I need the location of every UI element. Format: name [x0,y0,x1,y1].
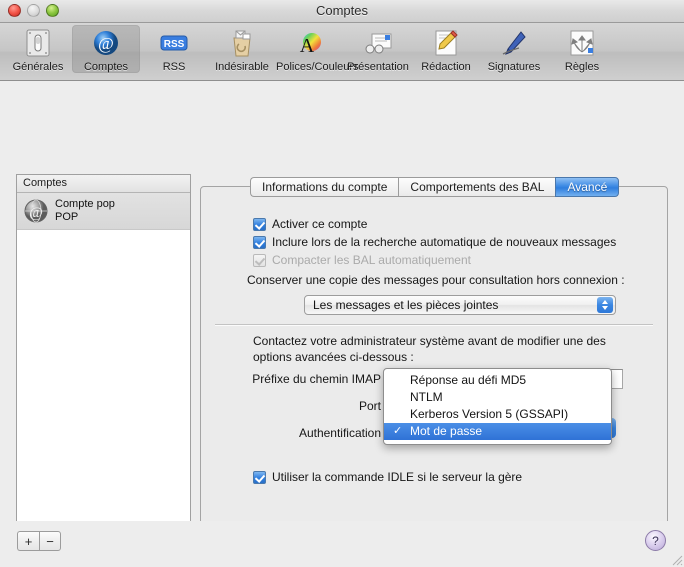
toolbar-label: Générales [4,61,72,73]
menu-item-label: Réponse au défi MD5 [410,373,526,387]
checkbox-compact-mailboxes [253,254,266,267]
menu-item-label: Mot de passe [410,424,482,438]
menu-item-ntlm[interactable]: NTLM [384,389,611,406]
toolbar-label: Comptes [72,61,140,73]
authentication-menu: Réponse au défi MD5 NTLM Kerberos Versio… [383,368,612,445]
signature-pen-icon [480,27,548,59]
tab-informations-du-compte[interactable]: Informations du compte [250,177,398,197]
checkbox-label: Compacter les BAL automatiquement [272,253,471,267]
toolbar-item-generales[interactable]: Générales [4,25,72,73]
viewing-glasses-icon [344,27,412,59]
admin-notice-line2: options avancées ci-dessous : [253,350,414,364]
checkbox-row-compact-mailboxes: Compacter les BAL automatiquement [253,253,471,267]
svg-text:@: @ [98,34,114,53]
checkbox-idle-command[interactable] [253,471,266,484]
resize-grip[interactable] [670,553,683,566]
account-type: POP [55,211,115,224]
checkbox-label: Utiliser la commande IDLE si le serveur … [272,470,522,484]
toolbar-label: Polices/Couleurs [276,61,344,73]
svg-text:RSS: RSS [164,39,185,50]
rules-arrows-icon [548,27,616,59]
compose-pencil-icon [412,27,480,59]
menu-item-password[interactable]: ✓ Mot de passe [384,423,611,440]
svg-text:@: @ [29,205,43,221]
toolbar-label: Règles [548,61,616,73]
window-bottom-bar: + − ? [0,521,684,567]
close-button[interactable] [8,4,21,17]
menu-item-md5-challenge-response[interactable]: Réponse au défi MD5 [384,372,611,389]
title-bar: Comptes [0,0,684,23]
minimize-button[interactable] [27,4,40,17]
accounts-sidebar: Comptes @ Compte pop POP [16,174,191,567]
toolbar-item-signatures[interactable]: Signatures [480,25,548,73]
tab-label: Informations du compte [262,180,387,194]
window-controls [8,4,59,17]
offline-copy-label: Conserver une copie des messages pour co… [247,273,625,287]
fonts-colors-icon: A [276,27,344,59]
junk-bag-icon [208,27,276,59]
toolbar-label: RSS [140,61,208,73]
account-add-remove-group: + − [17,531,61,551]
toolbar-item-comptes[interactable]: @ Comptes [72,25,140,73]
account-globe-at-icon: @ [23,198,49,224]
svg-text:A: A [300,35,315,57]
toolbar-item-rss[interactable]: RSS RSS [140,25,208,73]
toolbar-label: Indésirable [208,61,276,73]
admin-notice-line1: Contactez votre administrateur système a… [253,334,606,348]
checkmark-icon: ✓ [393,423,402,440]
preferences-toolbar: Générales @ Comptes RSS [0,23,684,81]
imap-prefix-label: Préfixe du chemin IMAP [211,372,381,386]
menu-item-kerberos-v5[interactable]: Kerberos Version 5 (GSSAPI) [384,406,611,423]
authentication-label: Authentification [211,426,381,440]
toolbar-item-indesirable[interactable]: Indésirable [208,25,276,73]
account-tabs: Informations du compte Comportements des… [250,177,619,197]
account-labels: Compte pop POP [55,198,115,223]
toolbar-label: Rédaction [412,61,480,73]
toolbar-item-regles[interactable]: Règles [548,25,616,73]
checkbox-enable-account[interactable] [253,218,266,231]
panel-divider [215,324,653,326]
checkbox-row-idle-command[interactable]: Utiliser la commande IDLE si le serveur … [253,470,522,484]
offline-copy-value: Les messages et les pièces jointes [313,298,498,312]
sidebar-header: Comptes [17,175,190,193]
tab-label: Avancé [567,180,607,194]
preferences-content: Comptes @ Compte pop POP [0,81,684,548]
tab-comportements-des-bal[interactable]: Comportements des BAL [398,177,555,197]
window-title: Comptes [0,0,684,22]
tab-avance[interactable]: Avancé [555,177,619,197]
toolbar-item-presentation[interactable]: Présentation [344,25,412,73]
switch-icon [4,27,72,59]
chevron-updown-icon [597,297,613,313]
toolbar-label: Signatures [480,61,548,73]
zoom-button[interactable] [46,4,59,17]
add-account-button[interactable]: + [17,531,39,551]
checkbox-row-include-auto-fetch[interactable]: Inclure lors de la recherche automatique… [253,235,616,249]
checkbox-label: Activer ce compte [272,217,367,231]
menu-item-label: Kerberos Version 5 (GSSAPI) [410,407,568,421]
port-label: Port [211,399,381,413]
toolbar-item-polices-couleurs[interactable]: A Polices/Couleurs [276,25,344,73]
account-list-item[interactable]: @ Compte pop POP [17,193,190,230]
at-sphere-icon: @ [72,27,140,59]
toolbar-label: Présentation [344,61,412,73]
remove-account-button[interactable]: − [39,531,61,551]
menu-item-label: NTLM [410,390,443,404]
toolbar-item-redaction[interactable]: Rédaction [412,25,480,73]
preferences-window: Comptes Générales [0,0,684,567]
help-button[interactable]: ? [645,530,666,551]
account-name: Compte pop [55,198,115,211]
offline-copy-popup-button[interactable]: Les messages et les pièces jointes [304,295,616,315]
tab-label: Comportements des BAL [410,180,544,194]
rss-badge-icon: RSS [140,27,208,59]
checkbox-row-enable-account[interactable]: Activer ce compte [253,217,367,231]
checkbox-label: Inclure lors de la recherche automatique… [272,235,616,249]
checkbox-include-auto-fetch[interactable] [253,236,266,249]
